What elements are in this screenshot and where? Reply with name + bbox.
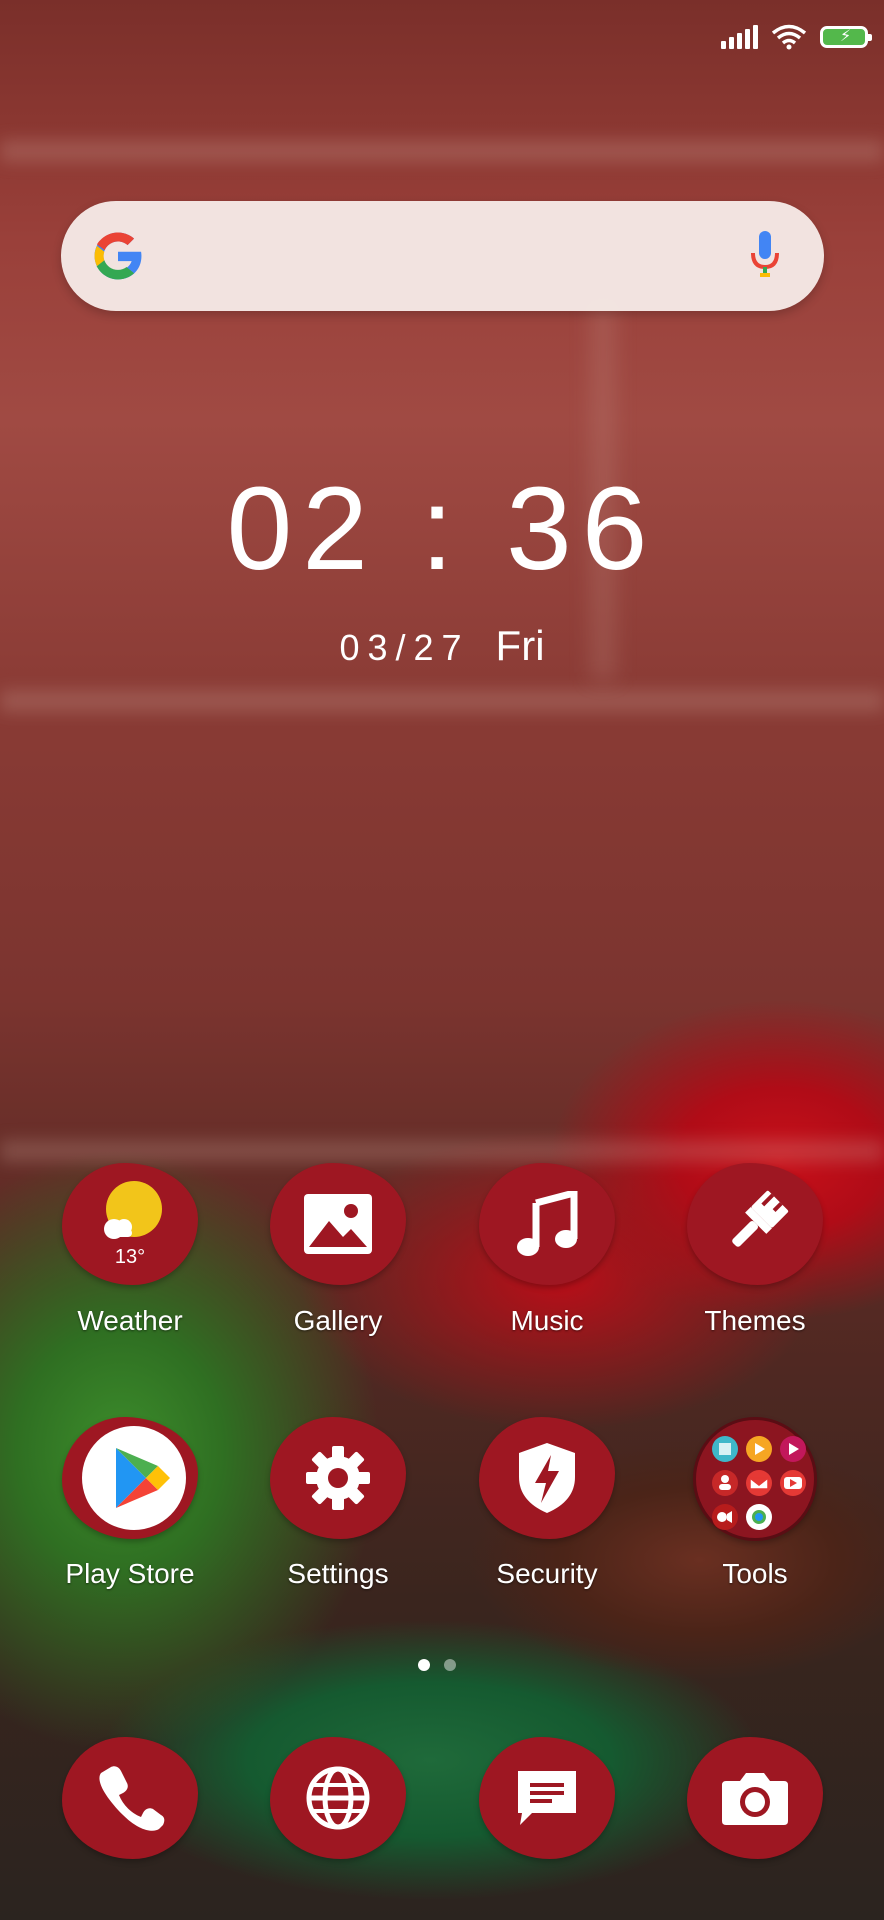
page-dot bbox=[444, 1659, 456, 1671]
messages-icon bbox=[518, 1771, 576, 1825]
paint-brush-icon bbox=[732, 1190, 789, 1247]
weather-app-icon[interactable]: 13° bbox=[62, 1163, 198, 1285]
wallpaper-detail bbox=[0, 140, 884, 162]
tools-folder[interactable] bbox=[693, 1417, 817, 1541]
music-app-icon[interactable] bbox=[479, 1163, 615, 1285]
play-store-app-icon[interactable] bbox=[62, 1417, 198, 1539]
play-store-icon bbox=[82, 1426, 186, 1530]
security-app-icon[interactable] bbox=[479, 1417, 615, 1539]
battery-icon: ⚡ bbox=[820, 26, 872, 48]
app-label: Settings bbox=[287, 1558, 389, 1589]
microphone-icon[interactable] bbox=[750, 229, 780, 283]
music-note-icon bbox=[517, 1191, 578, 1256]
search-bar[interactable] bbox=[61, 201, 824, 311]
clock-date[interactable]: 03/27 Fri bbox=[0, 625, 884, 668]
gallery-image-icon bbox=[304, 1194, 372, 1254]
clock-time[interactable]: 02 : 36 bbox=[0, 470, 884, 588]
page-indicator bbox=[418, 1659, 456, 1671]
app-label: Tools bbox=[722, 1558, 788, 1589]
date-text: 03/27 bbox=[339, 627, 470, 668]
globe-icon bbox=[306, 1766, 370, 1830]
status-bar: ⚡ bbox=[721, 24, 872, 50]
app-label: Gallery bbox=[293, 1305, 383, 1336]
weather-temp: 13° bbox=[115, 1246, 145, 1268]
page-dot-active bbox=[418, 1659, 430, 1671]
folder-icon bbox=[712, 1436, 806, 1530]
app-label: Music bbox=[510, 1305, 584, 1336]
app-label: Play Store bbox=[65, 1558, 195, 1589]
day-text: Fri bbox=[495, 622, 545, 669]
weather-sun-icon: 13° bbox=[104, 1181, 162, 1268]
themes-app-icon[interactable] bbox=[687, 1163, 823, 1285]
gear-icon bbox=[306, 1446, 370, 1510]
dock-phone[interactable] bbox=[62, 1737, 198, 1859]
app-label: Security bbox=[496, 1558, 598, 1589]
wifi-icon bbox=[772, 24, 806, 50]
signal-icon bbox=[721, 25, 758, 49]
shield-bolt-icon bbox=[519, 1443, 575, 1513]
app-label: Weather bbox=[77, 1305, 183, 1336]
dock-browser[interactable] bbox=[270, 1737, 406, 1859]
gallery-app-icon[interactable] bbox=[270, 1163, 406, 1285]
wallpaper-detail bbox=[0, 1140, 884, 1162]
phone-icon bbox=[99, 1766, 165, 1831]
dock-camera[interactable] bbox=[687, 1737, 823, 1859]
app-label: Themes bbox=[704, 1305, 806, 1336]
dock-messages[interactable] bbox=[479, 1737, 615, 1859]
camera-icon bbox=[722, 1773, 788, 1825]
settings-app-icon[interactable] bbox=[270, 1417, 406, 1539]
google-g-icon bbox=[94, 232, 142, 280]
wallpaper-detail bbox=[0, 690, 884, 712]
